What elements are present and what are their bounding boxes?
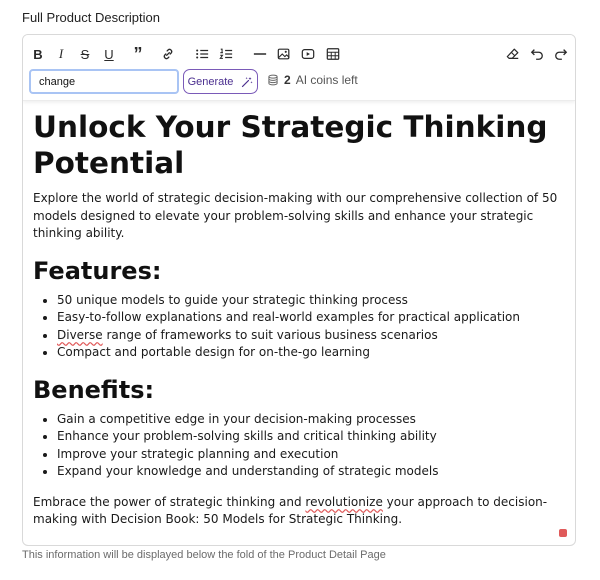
image-button[interactable] — [275, 45, 293, 63]
coins-icon — [268, 74, 278, 86]
editor-toolbar: B I S U ” change Generate 2 AI coins lef… — [23, 35, 575, 101]
spellcheck-word: revolutionize — [305, 494, 383, 509]
strikethrough-button[interactable]: S — [76, 45, 94, 63]
list-item: Easy-to-follow explanations and real-wor… — [57, 309, 565, 327]
list-item: 50 unique models to guide your strategic… — [57, 292, 565, 310]
list-item: Gain a competitive edge in your decision… — [57, 411, 565, 429]
numbered-list-icon — [219, 48, 233, 59]
list-item: Diverse range of frameworks to suit vari… — [57, 327, 565, 345]
document-title: Unlock Your Strategic Thinking Potential — [33, 110, 548, 180]
list-item: Enhance your problem-solving skills and … — [57, 428, 565, 446]
list-item: Compact and portable design for on-the-g… — [57, 344, 565, 362]
benefits-list: Gain a competitive edge in your decision… — [33, 411, 565, 481]
undo-icon — [530, 49, 543, 60]
link-icon — [163, 48, 173, 60]
coins-count: 2 — [284, 73, 291, 87]
table-icon — [326, 48, 340, 60]
redo-button[interactable] — [552, 45, 570, 63]
rich-text-editor[interactable]: B I S U ” change Generate 2 AI coins lef… — [22, 34, 576, 546]
clear-format-button[interactable] — [504, 45, 522, 63]
underline-button[interactable]: U — [100, 45, 118, 63]
undo-button[interactable] — [528, 45, 546, 63]
editor-content[interactable]: Unlock Your Strategic Thinking Potential… — [23, 101, 575, 529]
ai-prompt-input[interactable] — [29, 69, 179, 94]
bold-button[interactable]: B — [29, 45, 47, 63]
video-button[interactable] — [299, 45, 317, 63]
closing-paragraph: Embrace the power of strategic thinking … — [33, 494, 548, 527]
ai-coins-indicator: 2 AI coins left — [267, 73, 358, 87]
list-item: Improve your strategic planning and exec… — [57, 446, 565, 464]
bullet-list-button[interactable] — [193, 45, 211, 63]
features-heading: Features: — [33, 256, 162, 285]
help-text: This information will be displayed below… — [22, 549, 386, 561]
benefits-heading: Benefits: — [33, 375, 155, 404]
coins-label: AI coins left — [295, 73, 358, 87]
link-button[interactable] — [159, 45, 177, 63]
spellcheck-word: Diverse — [57, 327, 103, 342]
quote-button[interactable]: ” — [129, 44, 147, 64]
eraser-icon — [506, 48, 519, 59]
italic-button[interactable]: I — [52, 45, 70, 63]
intro-paragraph: Explore the world of strategic decision-… — [33, 191, 558, 240]
generate-label: Generate — [187, 75, 234, 88]
horizontal-rule-button[interactable] — [251, 45, 269, 63]
image-icon — [277, 48, 290, 60]
bullet-list-icon — [196, 49, 209, 59]
generate-button[interactable]: Generate — [183, 69, 258, 94]
resize-handle[interactable] — [559, 529, 567, 537]
field-label: Full Product Description — [22, 10, 160, 25]
video-icon — [301, 49, 315, 59]
numbered-list-button[interactable] — [217, 45, 235, 63]
list-item: Expand your knowledge and understanding … — [57, 463, 565, 481]
redo-icon — [555, 49, 568, 60]
table-button[interactable] — [324, 45, 342, 63]
magic-wand-icon — [242, 76, 253, 87]
features-list: 50 unique models to guide your strategic… — [33, 292, 565, 362]
horizontal-rule-icon — [253, 53, 267, 55]
